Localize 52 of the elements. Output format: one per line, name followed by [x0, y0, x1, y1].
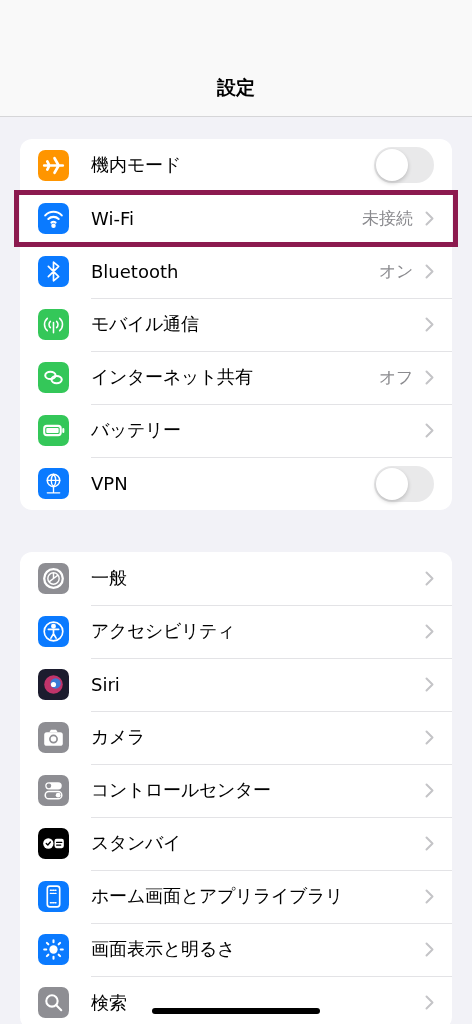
setting-label: VPN: [91, 473, 128, 494]
settings-row[interactable]: カメラ: [20, 711, 452, 764]
setting-label: Siri: [91, 673, 120, 695]
chevron-icon: [425, 570, 434, 586]
chevron-icon: [425, 941, 434, 957]
setting-label: インターネット共有: [91, 365, 253, 389]
setting-label: 検索: [91, 990, 127, 1015]
chevron-icon: [425, 835, 434, 851]
setting-label: バッテリー: [91, 418, 181, 442]
setting-label: 機内モード: [91, 153, 181, 177]
highlighted-row[interactable]: Wi-Fi 未接続: [16, 192, 456, 245]
chevron-icon: [425, 995, 434, 1010]
settings-row[interactable]: Bluetooth オン: [20, 245, 452, 298]
settings-row[interactable]: バッテリー: [20, 404, 452, 457]
settings-row[interactable]: アクセシビリティ: [20, 605, 452, 658]
settings-row[interactable]: 一般: [20, 552, 452, 605]
settings-row[interactable]: コントロールセンター: [20, 764, 452, 817]
setting-value: オフ: [379, 365, 413, 389]
setting-label: コントロールセンター: [91, 778, 271, 802]
chevron-icon: [425, 369, 434, 385]
toggle-switch[interactable]: [374, 147, 434, 183]
chevron-icon: [425, 623, 434, 639]
chevron-icon: [425, 782, 434, 798]
setting-label: アクセシビリティ: [91, 619, 235, 643]
chevron-icon: [425, 422, 434, 438]
setting-label: ホーム画面とアプリライブラリ: [91, 884, 343, 908]
chevron-icon: [425, 729, 434, 745]
settings-row[interactable]: スタンバイ: [20, 817, 452, 870]
setting-value: オン: [379, 259, 413, 283]
setting-label: Wi-Fi: [91, 208, 134, 229]
toggle-switch[interactable]: [374, 465, 434, 502]
settings-row[interactable]: VPN: [20, 457, 452, 510]
setting-label: カメラ: [91, 725, 145, 749]
setting-label: スタンバイ: [91, 831, 181, 855]
setting-value: 未接続: [362, 207, 413, 230]
chevron-icon: [425, 888, 434, 904]
page-title: 設定: [217, 75, 255, 100]
settings-row[interactable]: 機内モード: [20, 139, 452, 192]
setting-label: 一般: [91, 566, 127, 590]
home-indicator[interactable]: [152, 1008, 320, 1014]
setting-label: Bluetooth: [91, 260, 179, 282]
setting-label: 画面表示と明るさ: [91, 937, 235, 961]
chevron-icon: [425, 676, 434, 692]
settings-row[interactable]: モバイル通信: [20, 298, 452, 351]
chevron-icon: [425, 316, 434, 332]
settings-row[interactable]: 画面表示と明るさ: [20, 923, 452, 976]
chevron-icon: [425, 211, 434, 226]
chevron-icon: [425, 263, 434, 279]
settings-row[interactable]: インターネット共有 オフ: [20, 351, 452, 404]
settings-row[interactable]: ホーム画面とアプリライブラリ: [20, 870, 452, 923]
setting-label: モバイル通信: [91, 312, 199, 336]
settings-row[interactable]: Siri: [20, 658, 452, 711]
